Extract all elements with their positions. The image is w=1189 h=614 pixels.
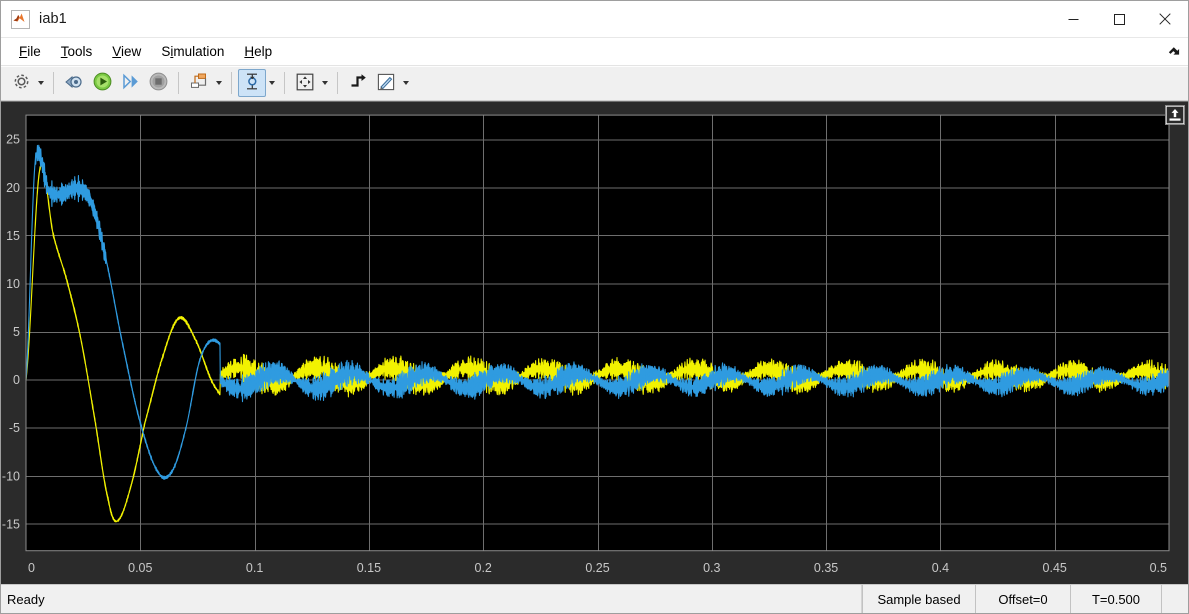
maximize-button[interactable] bbox=[1096, 1, 1142, 37]
menu-simulation[interactable]: Simulation bbox=[151, 40, 234, 64]
svg-text:-15: -15 bbox=[2, 517, 20, 531]
matlab-scope-icon bbox=[11, 9, 30, 29]
menu-file[interactable]: File bbox=[9, 40, 51, 64]
cursor-measure-icon bbox=[243, 72, 262, 94]
frame-mode-cell: Sample based bbox=[862, 585, 975, 613]
toolbar-group-run bbox=[60, 69, 172, 97]
signal-selection-button[interactable] bbox=[185, 69, 213, 97]
toolbar-separator bbox=[337, 72, 338, 94]
svg-text:15: 15 bbox=[6, 229, 20, 243]
svg-text:0.05: 0.05 bbox=[128, 561, 152, 575]
toolbar-separator bbox=[53, 72, 54, 94]
svg-text:20: 20 bbox=[6, 181, 20, 195]
svg-text:-5: -5 bbox=[9, 421, 20, 435]
style-caret[interactable] bbox=[400, 70, 412, 96]
svg-text:25: 25 bbox=[6, 133, 20, 147]
status-bar: Ready Sample based Offset=0 T=0.500 bbox=[1, 584, 1188, 613]
print-preview-icon bbox=[64, 73, 84, 94]
svg-text:0.15: 0.15 bbox=[357, 561, 381, 575]
toolbar-separator bbox=[178, 72, 179, 94]
run-button[interactable] bbox=[88, 69, 116, 97]
svg-text:10: 10 bbox=[6, 277, 20, 291]
trigger-button[interactable] bbox=[344, 69, 372, 97]
toolbar-group-style bbox=[344, 69, 412, 97]
status-bar-spacer bbox=[1161, 585, 1188, 613]
scope-plot-area[interactable]: 25 20 15 10 5 0 -5 -10 -15 0 0.05 0.1 0.15 0.2 0.25 0.… bbox=[1, 101, 1188, 584]
time-cell: T=0.500 bbox=[1070, 585, 1161, 613]
trigger-icon bbox=[349, 72, 368, 94]
window-title: iab1 bbox=[39, 11, 67, 27]
toolbar-group-cursor bbox=[238, 69, 278, 97]
scope-window: iab1 File Tools View Simulation Help 25 … bbox=[0, 0, 1189, 614]
signal-selection-caret[interactable] bbox=[213, 70, 225, 96]
svg-text:0.25: 0.25 bbox=[585, 561, 609, 575]
menu-tools[interactable]: Tools bbox=[51, 40, 103, 64]
svg-text:0: 0 bbox=[28, 561, 35, 575]
step-forward-button[interactable] bbox=[116, 69, 144, 97]
minimize-button[interactable] bbox=[1050, 1, 1096, 37]
close-button[interactable] bbox=[1142, 1, 1188, 37]
toolbar-group-config bbox=[7, 69, 47, 97]
svg-text:0.1: 0.1 bbox=[246, 561, 263, 575]
zoom-fit-caret[interactable] bbox=[319, 70, 331, 96]
svg-text:0.2: 0.2 bbox=[475, 561, 492, 575]
status-ready-label: Ready bbox=[1, 585, 862, 613]
svg-text:5: 5 bbox=[13, 325, 20, 339]
expand-axes-icon[interactable] bbox=[1165, 105, 1185, 125]
zoom-fit-icon bbox=[295, 72, 315, 95]
style-button[interactable] bbox=[372, 69, 400, 97]
toolbar-group-zoom bbox=[291, 69, 331, 97]
configuration-properties-caret[interactable] bbox=[35, 70, 47, 96]
print-button[interactable] bbox=[60, 69, 88, 97]
menu-overflow-arrow-icon[interactable] bbox=[1166, 44, 1182, 60]
toolbar-group-signal bbox=[185, 69, 225, 97]
zoom-fit-button[interactable] bbox=[291, 69, 319, 97]
svg-text:0.45: 0.45 bbox=[1043, 561, 1067, 575]
toolbar-separator bbox=[284, 72, 285, 94]
menu-view[interactable]: View bbox=[102, 40, 151, 64]
play-icon bbox=[93, 72, 112, 94]
style-pencil-icon bbox=[376, 72, 396, 95]
gear-icon bbox=[12, 72, 31, 94]
cursor-measurements-button[interactable] bbox=[238, 69, 266, 97]
offset-cell: Offset=0 bbox=[975, 585, 1070, 613]
window-controls bbox=[1050, 1, 1188, 37]
svg-text:-10: -10 bbox=[2, 469, 20, 483]
svg-text:0.5: 0.5 bbox=[1150, 561, 1167, 575]
menu-bar: File Tools View Simulation Help bbox=[1, 38, 1188, 66]
scope-chart: 25 20 15 10 5 0 -5 -10 -15 0 0.05 0.1 0.15 0.2 0.25 0.… bbox=[1, 102, 1188, 584]
stop-icon bbox=[149, 72, 168, 94]
svg-text:0.4: 0.4 bbox=[932, 561, 949, 575]
menu-help[interactable]: Help bbox=[234, 40, 282, 64]
svg-text:0.35: 0.35 bbox=[814, 561, 838, 575]
configuration-properties-button[interactable] bbox=[7, 69, 35, 97]
toolbar-separator bbox=[231, 72, 232, 94]
stop-button[interactable] bbox=[144, 69, 172, 97]
signal-select-icon bbox=[189, 72, 209, 94]
title-bar: iab1 bbox=[1, 1, 1188, 38]
cursor-measurements-caret[interactable] bbox=[266, 70, 278, 96]
title-bar-left: iab1 bbox=[1, 9, 67, 29]
svg-text:0.3: 0.3 bbox=[703, 561, 720, 575]
step-forward-icon bbox=[121, 72, 140, 94]
toolbar bbox=[1, 66, 1188, 101]
svg-text:0: 0 bbox=[13, 373, 20, 387]
